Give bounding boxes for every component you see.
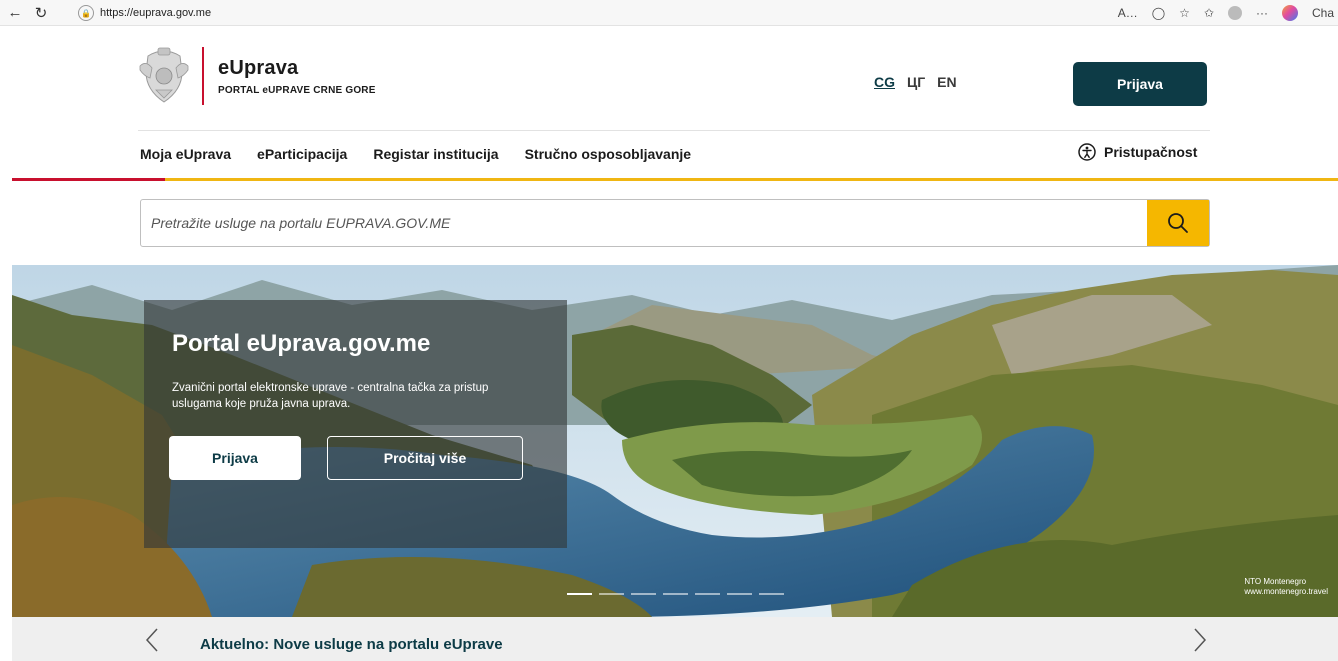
hero-login-button[interactable]: Prijava — [169, 436, 301, 480]
carousel-dot[interactable] — [599, 593, 624, 595]
url-text: https://euprava.gov.me — [100, 7, 212, 19]
main-navigation: Moja eUprava eParticipacija Registar ins… — [140, 146, 691, 162]
carousel-dot[interactable] — [567, 593, 592, 595]
language-cyrillic[interactable]: ЦГ — [907, 74, 925, 90]
search-button[interactable] — [1147, 200, 1209, 246]
news-ticker: Aktuelno: Nove usluge na portalu eUprave — [12, 617, 1338, 661]
refresh-icon[interactable]: ↻ — [30, 2, 52, 24]
header-divider — [138, 130, 1210, 131]
site-header: eUprava PORTAL eUPRAVE CRNE GORE CG ЦГ E… — [0, 26, 1338, 181]
hero-title: Portal eUprava.gov.me — [172, 330, 431, 357]
accessibility-icon — [1078, 143, 1096, 161]
nav-item-strucno-osposobljavanje[interactable]: Stručno osposobljavanje — [525, 146, 691, 162]
news-headline[interactable]: Aktuelno: Nove usluge na portalu eUprave — [200, 636, 503, 653]
back-icon[interactable]: ← — [4, 2, 26, 24]
brand-subtitle: PORTAL eUPRAVE CRNE GORE — [218, 84, 376, 96]
photo-credit: NTO Montenegro www.montenegro.travel — [1244, 577, 1328, 597]
more-icon[interactable]: ··· — [1256, 6, 1268, 20]
browser-toolbar: ← ↻ 🔒 https://euprava.gov.me A… ◯ ☆ ✩ ··… — [0, 0, 1338, 26]
chevron-right-icon[interactable] — [1190, 627, 1210, 653]
accessibility-label: Pristupačnost — [1104, 144, 1198, 160]
favorite-star-icon[interactable]: ☆ — [1179, 6, 1190, 20]
hero-panel: Portal eUprava.gov.me Zvanični portal el… — [144, 300, 567, 548]
search-icon — [1168, 213, 1188, 233]
language-cg[interactable]: CG — [874, 74, 895, 90]
hero-banner: Portal eUprava.gov.me Zvanični portal el… — [12, 265, 1338, 617]
language-switcher: CG ЦГ EN — [874, 74, 957, 90]
carousel-dot[interactable] — [695, 593, 720, 595]
address-bar[interactable]: 🔒 https://euprava.gov.me — [78, 3, 1078, 23]
browser-actions: A… ◯ ☆ ✩ ··· Cha — [1118, 0, 1338, 26]
carousel-dot[interactable] — [631, 593, 656, 595]
language-en[interactable]: EN — [937, 74, 956, 90]
brand-text: eUprava PORTAL eUPRAVE CRNE GORE — [218, 57, 376, 96]
chevron-left-icon[interactable] — [142, 627, 162, 653]
photo-credit-name: NTO Montenegro — [1244, 577, 1307, 586]
accessibility-button[interactable]: Pristupačnost — [1078, 143, 1197, 161]
coat-of-arms-icon — [139, 47, 189, 103]
read-aloud-icon[interactable]: A… — [1118, 6, 1138, 20]
carousel-dot[interactable] — [663, 593, 688, 595]
nav-item-registar-institucija[interactable]: Registar institucija — [373, 146, 498, 162]
read-more-button[interactable]: Pročitaj više — [327, 436, 523, 480]
favorites-icon[interactable]: ✩ — [1204, 6, 1214, 20]
copilot-label[interactable]: Cha — [1312, 6, 1334, 20]
search-bar — [140, 199, 1210, 247]
nav-item-eparticipacija[interactable]: eParticipacija — [257, 146, 347, 162]
logo-divider — [202, 47, 204, 105]
hero-description: Zvanični portal elektronske uprave - cen… — [172, 382, 489, 410]
nav-item-moja-euprava[interactable]: Moja eUprava — [140, 146, 231, 162]
brand-title: eUprava — [218, 56, 299, 79]
search-input[interactable] — [141, 200, 1141, 246]
photo-credit-url: www.montenegro.travel — [1244, 587, 1328, 596]
login-button[interactable]: Prijava — [1073, 62, 1207, 106]
active-nav-indicator — [12, 178, 165, 181]
nav-underline — [165, 178, 1338, 181]
carousel-dot[interactable] — [759, 593, 784, 595]
copilot-icon[interactable] — [1281, 5, 1298, 21]
carousel-dot[interactable] — [727, 593, 752, 595]
logo[interactable]: eUprava PORTAL eUPRAVE CRNE GORE — [138, 46, 376, 106]
profile-icon[interactable] — [1227, 6, 1242, 20]
lock-icon: 🔒 — [78, 5, 94, 21]
carousel-indicators — [567, 593, 784, 595]
reading-mode-icon[interactable]: ◯ — [1152, 6, 1165, 20]
